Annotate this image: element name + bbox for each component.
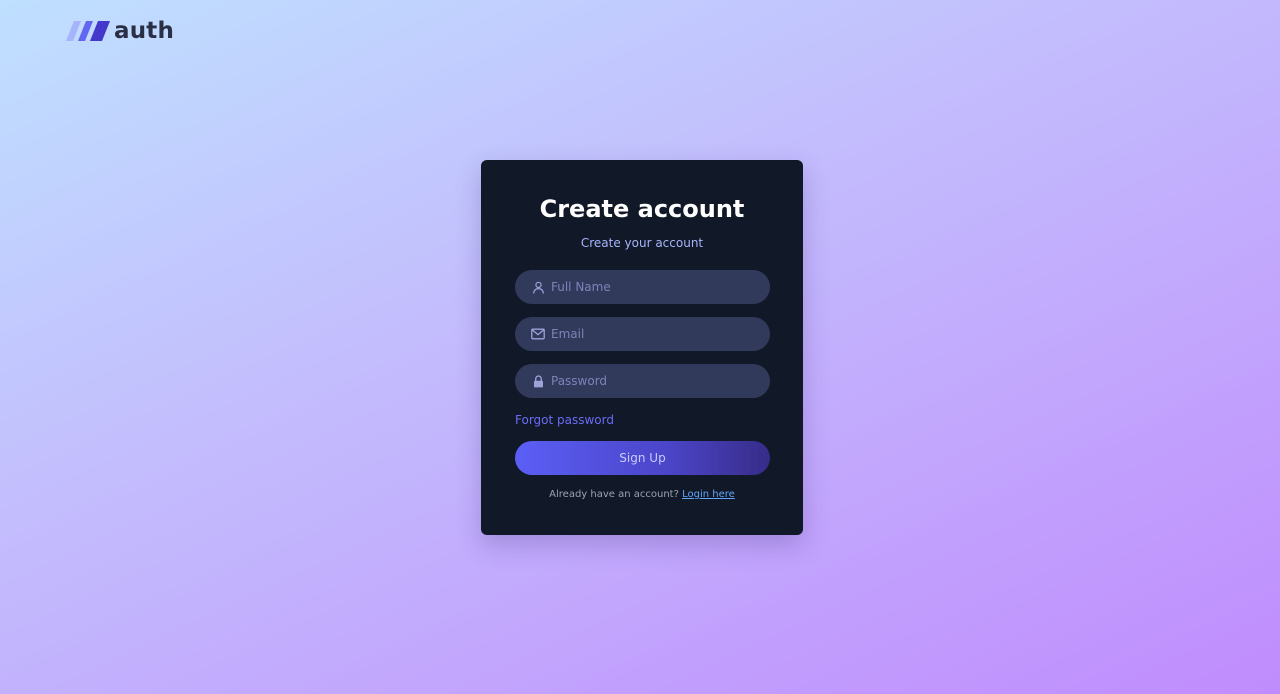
password-input[interactable] — [551, 374, 751, 388]
email-field[interactable] — [515, 317, 770, 351]
login-prompt-text: Already have an account? — [549, 489, 679, 500]
email-input[interactable] — [551, 327, 751, 341]
full-name-input[interactable] — [551, 280, 751, 294]
page-subtitle: Create your account — [580, 236, 704, 250]
mail-icon — [531, 327, 545, 341]
login-prompt: Already have an account? Login here — [481, 488, 803, 502]
user-icon — [531, 280, 545, 294]
login-link[interactable]: Login here — [682, 489, 735, 500]
full-name-field[interactable] — [515, 270, 770, 304]
page-title: Create account — [539, 195, 745, 223]
sign-up-button[interactable]: Sign Up — [515, 441, 770, 475]
password-field[interactable] — [515, 364, 770, 398]
forgot-password-link[interactable]: Forgot password — [515, 412, 614, 428]
brand-logo[interactable]: auth — [66, 18, 174, 44]
lock-icon — [531, 374, 545, 388]
logo-stripes-icon — [66, 21, 110, 41]
logo-text: auth — [114, 18, 175, 44]
signup-card: Create account Create your account Full … — [481, 160, 803, 535]
